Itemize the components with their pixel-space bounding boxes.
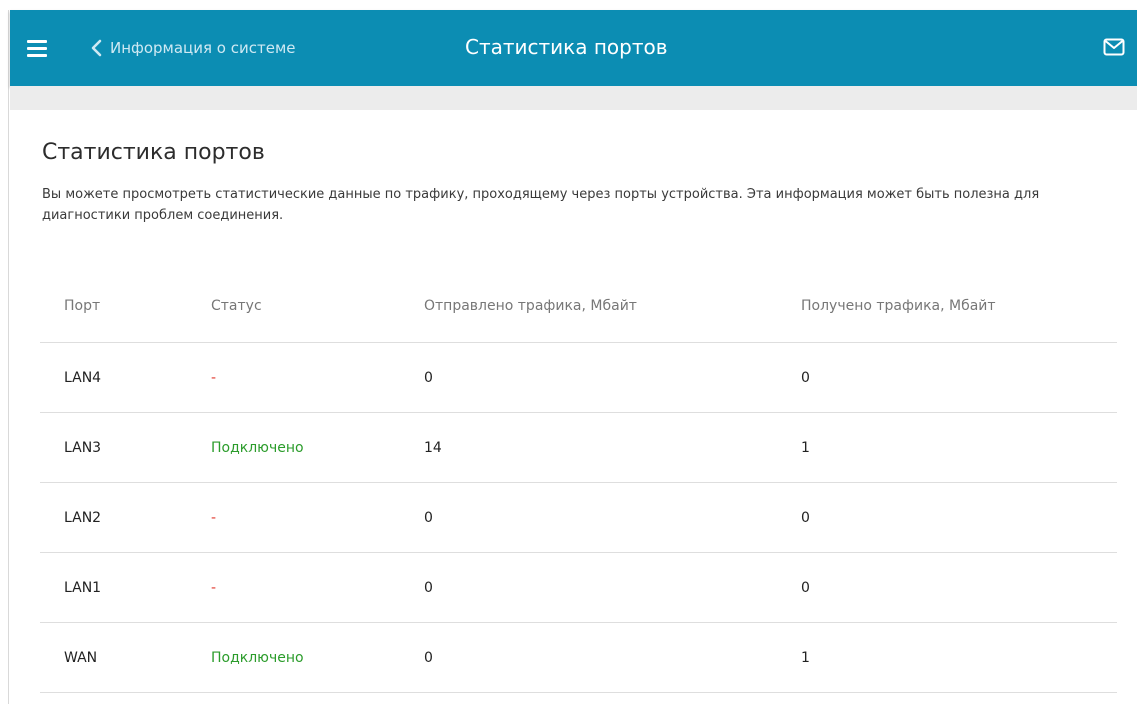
port-cell: WAN — [40, 622, 211, 693]
table-row: LAN1 - 0 0 — [40, 552, 1117, 623]
received-cell: 0 — [801, 482, 1117, 553]
table-row: LAN3 Подключено 14 1 — [40, 412, 1117, 483]
received-cell: 0 — [801, 552, 1117, 623]
column-header-received: Получено трафика, Мбайт — [801, 270, 1117, 343]
header-strip — [10, 86, 1137, 110]
received-cell: 1 — [801, 622, 1117, 693]
received-cell: 0 — [801, 342, 1117, 413]
table-row: WAN Подключено 0 1 — [40, 622, 1117, 693]
sent-cell: 0 — [424, 342, 801, 413]
left-border — [8, 10, 9, 704]
page-title: Статистика портов — [42, 140, 265, 165]
back-link-label: Информация о системе — [110, 39, 296, 57]
page-description: Вы можете просмотреть статистические дан… — [42, 187, 1040, 223]
sent-cell: 0 — [424, 622, 801, 693]
port-cell: LAN3 — [40, 412, 211, 483]
mail-icon[interactable] — [1103, 38, 1125, 56]
header-title: Статистика портов — [465, 35, 668, 59]
column-header-sent: Отправлено трафика, Мбайт — [424, 270, 801, 343]
table-row: LAN4 - 0 0 — [40, 342, 1117, 413]
status-cell: - — [211, 482, 424, 553]
back-link[interactable]: Информация о системе — [90, 34, 296, 62]
received-cell: 1 — [801, 412, 1117, 483]
status-cell: - — [211, 342, 424, 413]
status-cell: Подключено — [211, 412, 424, 483]
port-cell: LAN4 — [40, 342, 211, 413]
sent-cell: 0 — [424, 482, 801, 553]
column-header-port: Порт — [40, 270, 211, 343]
sent-cell: 0 — [424, 552, 801, 623]
sent-cell: 14 — [424, 412, 801, 483]
status-cell: - — [211, 552, 424, 623]
menu-icon[interactable] — [27, 39, 47, 57]
port-cell: LAN2 — [40, 482, 211, 553]
status-cell: Подключено — [211, 622, 424, 693]
table-row: LAN2 - 0 0 — [40, 482, 1117, 553]
column-header-status: Статус — [211, 270, 424, 343]
table-header-row: Порт Статус Отправлено трафика, Мбайт По… — [40, 270, 1117, 343]
port-cell: LAN1 — [40, 552, 211, 623]
top-gutter — [0, 0, 1137, 10]
app-header: Информация о системе Статистика портов — [10, 10, 1137, 86]
chevron-left-icon — [91, 39, 102, 57]
port-stats-table: Порт Статус Отправлено трафика, Мбайт По… — [40, 270, 1117, 693]
